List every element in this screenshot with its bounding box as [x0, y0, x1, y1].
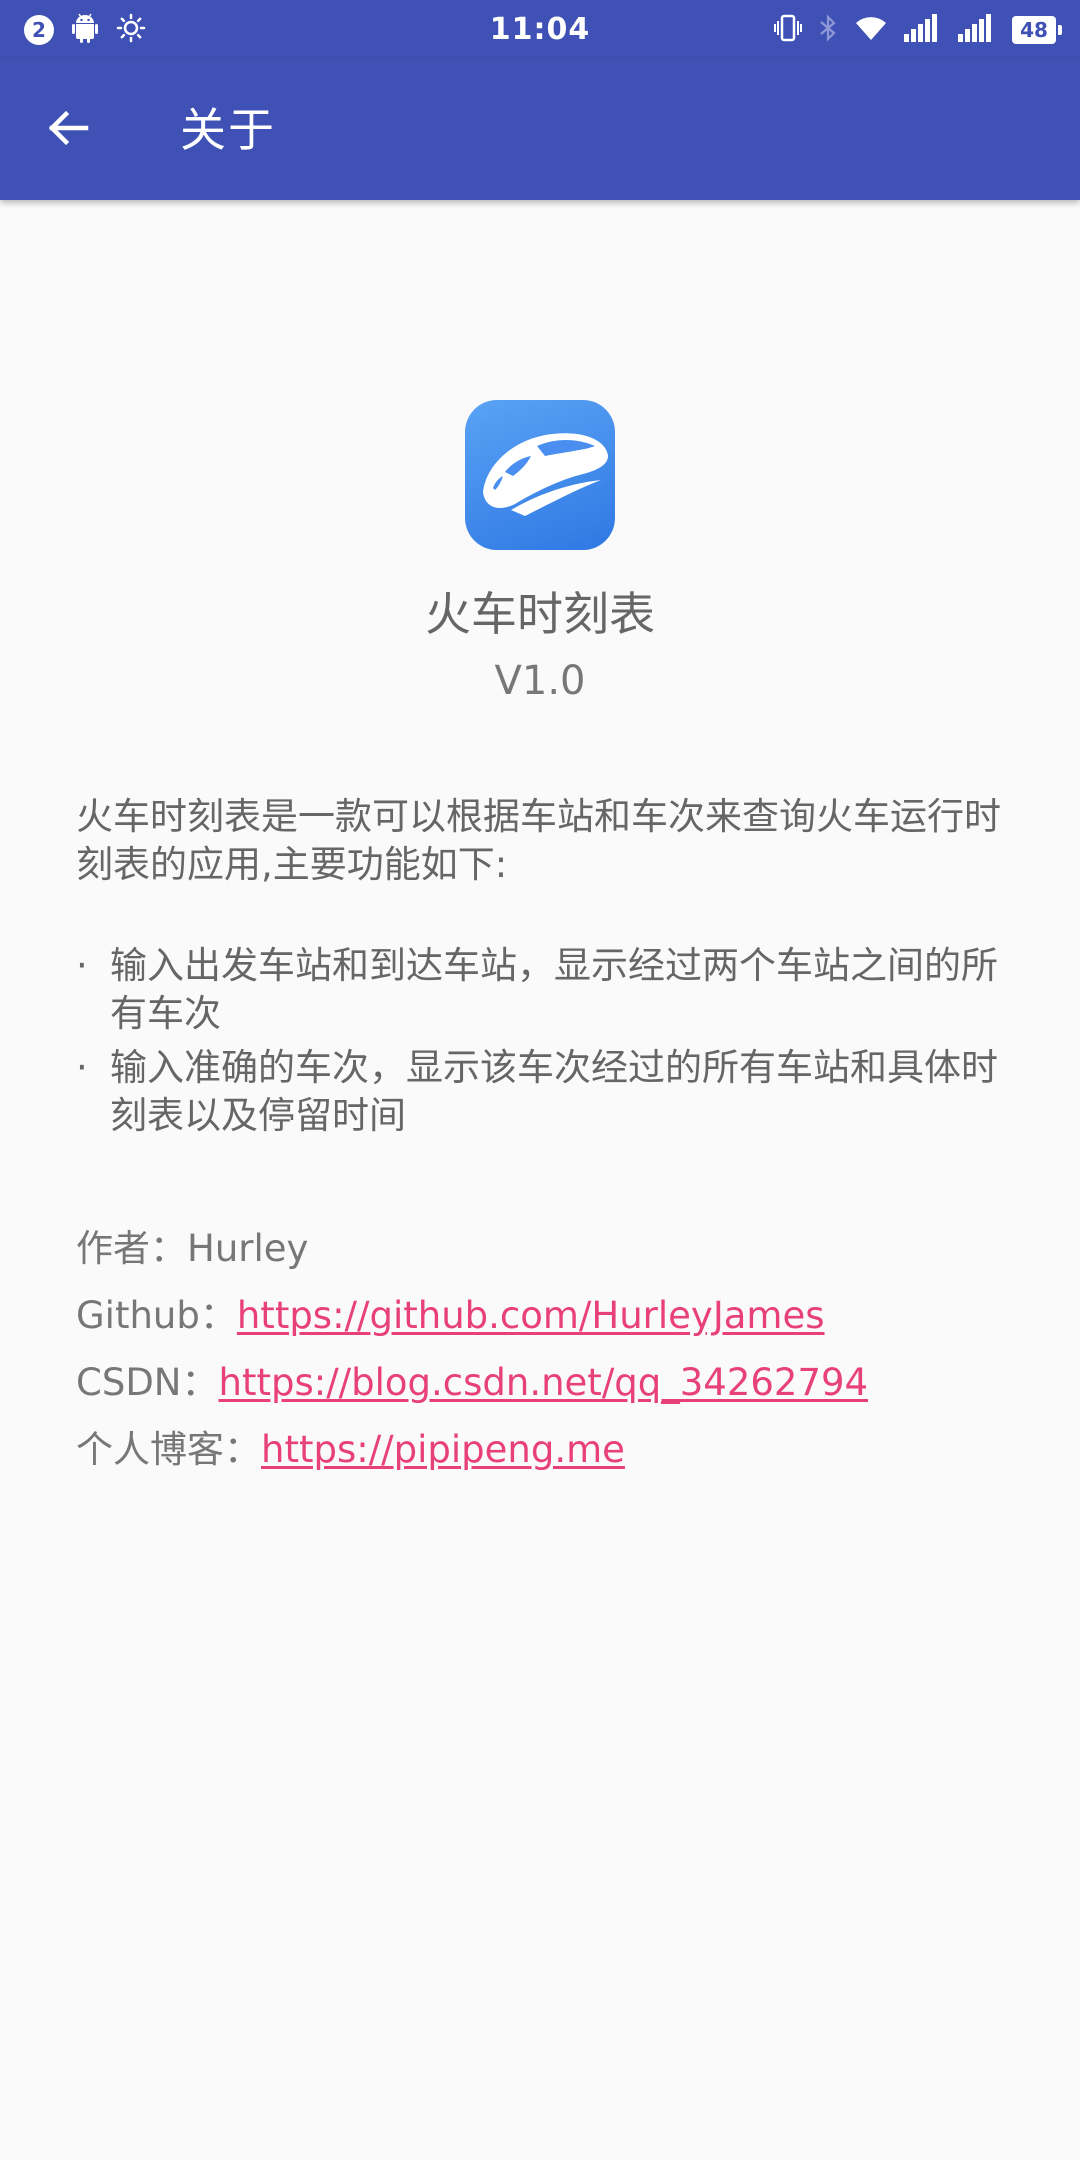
csdn-line: CSDN：https://blog.csdn.net/qq_34262794 — [76, 1359, 1056, 1407]
status-right-icons: 48 — [774, 0, 1062, 60]
blog-link[interactable]: https://pipipeng.me — [261, 1428, 625, 1471]
feature-text: 输入出发车站和到达车站，显示经过两个车站之间的所有车次 — [110, 944, 998, 1035]
list-item: · 输入准确的车次，显示该车次经过的所有车站和具体时刻表以及停留时间 — [76, 1044, 1016, 1140]
battery-indicator: 48 — [1012, 16, 1062, 44]
github-label: Github： — [76, 1294, 237, 1337]
bullet: · — [76, 944, 88, 987]
app-version: V1.0 — [494, 658, 586, 704]
feature-text: 输入准确的车次，显示该车次经过的所有车站和具体时刻表以及停留时间 — [110, 1046, 998, 1137]
signal-icon — [904, 14, 942, 46]
back-button[interactable] — [36, 98, 100, 162]
app-name: 火车时刻表 — [425, 587, 655, 641]
status-bar: 2 11:04 48 — [0, 0, 1080, 60]
author-label: 作者： — [76, 1227, 187, 1270]
csdn-label: CSDN： — [76, 1361, 219, 1404]
signal-icon-sim2 — [958, 14, 996, 46]
wifi-icon — [854, 14, 888, 46]
bullet: · — [76, 1046, 88, 1089]
csdn-link[interactable]: https://blog.csdn.net/qq_34262794 — [219, 1361, 869, 1404]
app-bar: 关于 — [0, 60, 1080, 200]
author-value: Hurley — [187, 1227, 309, 1270]
page-title: 关于 — [180, 103, 276, 157]
vibrate-icon — [774, 13, 802, 47]
app-logo — [465, 400, 615, 550]
feature-list: · 输入出发车站和到达车站，显示经过两个车站之间的所有车次 · 输入准确的车次，… — [76, 942, 1016, 1146]
blog-label: 个人博客： — [76, 1428, 261, 1471]
list-item: · 输入出发车站和到达车站，显示经过两个车站之间的所有车次 — [76, 942, 1016, 1038]
train-icon — [465, 433, 615, 550]
github-line: Github：https://github.com/HurleyJames — [76, 1292, 1056, 1340]
bluetooth-icon — [818, 13, 838, 47]
author-line: 作者：Hurley — [76, 1225, 1056, 1273]
github-link[interactable]: https://github.com/HurleyJames — [237, 1294, 825, 1337]
blog-line: 个人博客：https://pipipeng.me — [76, 1426, 1056, 1474]
app-description: 火车时刻表是一款可以根据车站和车次来查询火车运行时刻表的应用,主要功能如下: — [76, 795, 1001, 886]
arrow-left-icon — [46, 106, 90, 154]
